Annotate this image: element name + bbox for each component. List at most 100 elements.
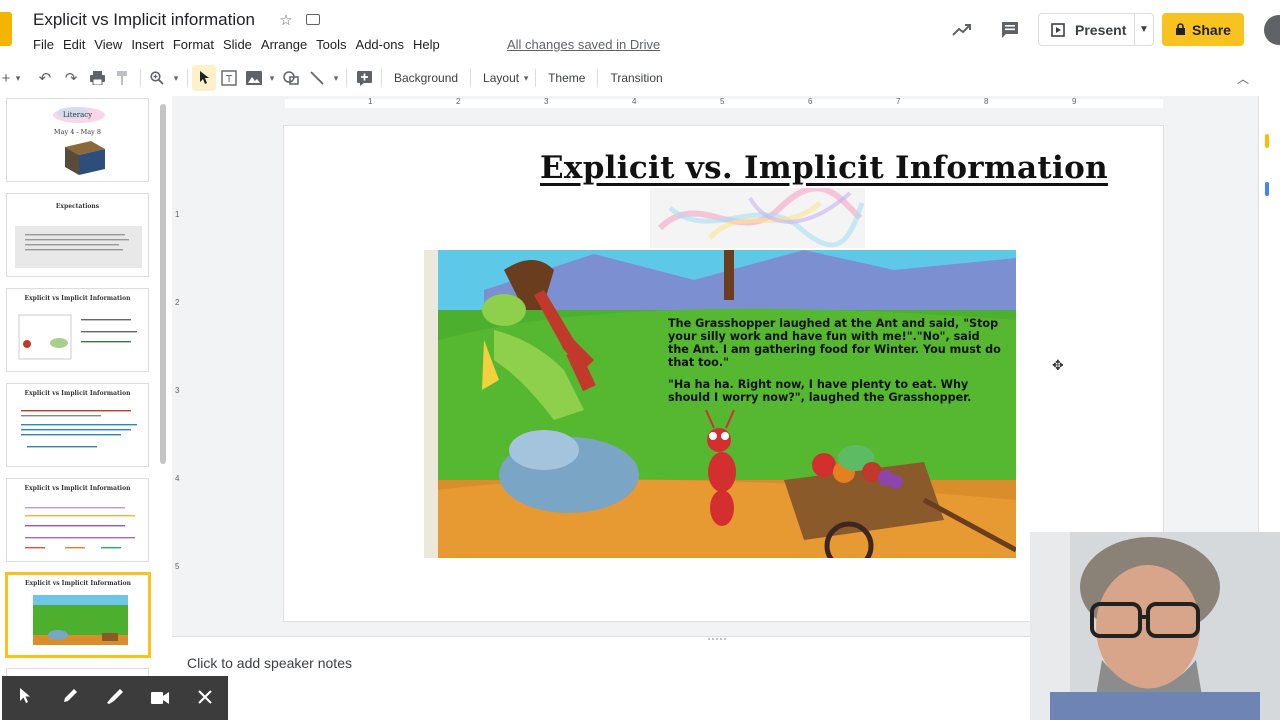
decorative-swirl bbox=[650, 185, 865, 248]
layout-button[interactable]: Layout bbox=[475, 71, 521, 85]
toolbar-divider bbox=[535, 69, 537, 87]
new-slide-icon[interactable]: + bbox=[0, 65, 12, 91]
text-box-icon[interactable]: T bbox=[216, 65, 242, 91]
move-cursor-icon: ✥ bbox=[1052, 357, 1064, 373]
horizontal-ruler: 1 2 3 4 5 6 7 8 9 bbox=[285, 96, 1163, 110]
menu-format[interactable]: Format bbox=[173, 37, 222, 52]
ruler-mark: 1 bbox=[175, 210, 180, 219]
theme-button[interactable]: Theme bbox=[540, 71, 593, 85]
video-camera-icon[interactable] bbox=[142, 688, 178, 709]
slide-thumbnail-4[interactable]: Explicit vs Implicit Information bbox=[6, 383, 149, 467]
ruler-mark: 4 bbox=[175, 474, 180, 483]
slide-thumbnail-6[interactable]: Explicit vs Implicit Information bbox=[5, 572, 151, 658]
lock-icon bbox=[1176, 23, 1186, 35]
chevron-down-icon[interactable]: ▾ bbox=[266, 65, 278, 91]
story-text-box[interactable]: The Grasshopper laughed at the Ant and s… bbox=[668, 317, 1002, 413]
slides-logo[interactable] bbox=[0, 12, 12, 46]
zoom-icon[interactable] bbox=[145, 65, 169, 91]
ruler-mark: 5 bbox=[720, 97, 725, 106]
menu-slide[interactable]: Slide bbox=[223, 37, 260, 52]
add-comment-icon[interactable] bbox=[351, 65, 377, 91]
collapse-toolbar-icon[interactable]: ︿ bbox=[1234, 70, 1252, 86]
slide-thumbnail-2[interactable]: Expectations bbox=[6, 193, 149, 277]
image-icon[interactable] bbox=[242, 65, 266, 91]
chevron-down-icon[interactable]: ▾ bbox=[521, 65, 531, 91]
chevron-down-icon[interactable]: ▾ bbox=[169, 65, 183, 91]
slide-title[interactable]: Explicit vs. Implicit Information bbox=[540, 150, 1108, 186]
slide-thumbnail-5[interactable]: Explicit vs Implicit Information bbox=[6, 478, 149, 562]
toolbar-divider bbox=[187, 69, 188, 87]
toolbar-divider bbox=[140, 69, 141, 87]
side-panel-strip bbox=[1258, 96, 1280, 536]
slide-filmstrip: Literacy May 4 - May 8 Expectations Expl… bbox=[0, 96, 172, 678]
layout-label: Layout bbox=[483, 71, 520, 85]
tasks-icon[interactable] bbox=[1265, 182, 1269, 196]
notes-resize-handle[interactable] bbox=[708, 638, 726, 641]
editing-toolbar: + ▾ ↶ ↷ ▾ T ▾ ▾ Background Layout ▾ Them… bbox=[0, 64, 1280, 92]
background-button[interactable]: Background bbox=[386, 71, 466, 85]
pointer-icon[interactable] bbox=[7, 687, 43, 709]
speaker-notes-input[interactable]: Click to add speaker notes bbox=[187, 655, 352, 671]
thumbnail-graphic bbox=[33, 595, 128, 645]
transition-button[interactable]: Transition bbox=[602, 71, 670, 85]
thumbnail-graphic bbox=[18, 314, 137, 360]
chevron-down-icon[interactable]: ▾ bbox=[330, 65, 342, 91]
ruler-mark: 2 bbox=[175, 298, 180, 307]
shape-icon[interactable] bbox=[278, 65, 304, 91]
print-icon[interactable] bbox=[84, 65, 110, 91]
vertical-ruler: 1 2 3 4 5 bbox=[172, 126, 186, 622]
ruler-mark: 8 bbox=[984, 97, 989, 106]
thumbnail-subtitle: May 4 - May 8 bbox=[53, 128, 102, 136]
present-icon bbox=[1051, 22, 1065, 37]
slide-thumbnail-3[interactable]: Explicit vs Implicit Information bbox=[6, 288, 149, 372]
ruler-mark: 4 bbox=[632, 97, 637, 106]
slide-thumbnail-1[interactable]: Literacy May 4 - May 8 bbox=[6, 98, 149, 182]
pen-icon[interactable] bbox=[52, 688, 88, 709]
thumbnail-graphic bbox=[15, 226, 142, 268]
toolbar-divider bbox=[470, 69, 472, 87]
menu-insert[interactable]: Insert bbox=[131, 37, 172, 52]
story-paragraph: The Grasshopper laughed at the Ant and s… bbox=[668, 317, 1001, 369]
redo-icon[interactable]: ↷ bbox=[58, 65, 84, 91]
select-cursor-icon[interactable] bbox=[192, 65, 216, 91]
menu-bar: File Edit View Insert Format Slide Arran… bbox=[33, 37, 449, 52]
story-paragraph: "Ha ha ha. Right now, I have plenty to e… bbox=[668, 378, 972, 404]
chevron-down-icon[interactable]: ▾ bbox=[12, 65, 24, 91]
undo-icon[interactable]: ↶ bbox=[32, 65, 58, 91]
present-label: Present bbox=[1075, 21, 1127, 38]
star-icon[interactable]: ☆ bbox=[278, 12, 294, 29]
thumbnail-title: Literacy bbox=[62, 111, 93, 119]
highlighter-icon[interactable] bbox=[97, 688, 133, 709]
speaker-notes-panel bbox=[172, 636, 1032, 720]
keep-icon[interactable] bbox=[1265, 134, 1269, 148]
present-button[interactable]: Present ▼ bbox=[1038, 13, 1154, 46]
toolbar-divider bbox=[381, 69, 382, 87]
ruler-mark: 9 bbox=[1072, 97, 1077, 106]
chevron-down-icon[interactable]: ▼ bbox=[1135, 24, 1153, 35]
share-button[interactable]: Share bbox=[1162, 13, 1244, 46]
activity-trend-icon[interactable] bbox=[950, 18, 974, 42]
move-folder-icon[interactable] bbox=[306, 14, 320, 25]
menu-help[interactable]: Help bbox=[413, 37, 448, 52]
menu-arrange[interactable]: Arrange bbox=[261, 37, 315, 52]
ruler-mark: 6 bbox=[808, 97, 813, 106]
thumbnail-graphic bbox=[25, 507, 135, 549]
ruler-mark: 2 bbox=[456, 97, 461, 106]
svg-text:T: T bbox=[225, 74, 233, 85]
close-icon[interactable] bbox=[187, 688, 223, 709]
line-icon[interactable] bbox=[304, 65, 330, 91]
ruler-mark: 3 bbox=[544, 97, 549, 106]
filmstrip-scrollbar[interactable] bbox=[160, 104, 166, 464]
paint-format-icon[interactable] bbox=[110, 65, 136, 91]
save-status-link[interactable]: All changes saved in Drive bbox=[507, 37, 660, 52]
avatar[interactable] bbox=[1264, 15, 1280, 45]
menu-edit[interactable]: Edit bbox=[63, 37, 93, 52]
comment-icon[interactable] bbox=[998, 18, 1022, 42]
menu-file[interactable]: File bbox=[33, 37, 62, 52]
ruler-mark: 7 bbox=[896, 97, 901, 106]
menu-addons[interactable]: Add-ons bbox=[356, 37, 412, 52]
menu-tools[interactable]: Tools bbox=[316, 37, 354, 52]
annotation-toolbar bbox=[2, 676, 228, 720]
menu-view[interactable]: View bbox=[94, 37, 130, 52]
document-title[interactable]: Explicit vs Implicit information bbox=[33, 10, 255, 30]
